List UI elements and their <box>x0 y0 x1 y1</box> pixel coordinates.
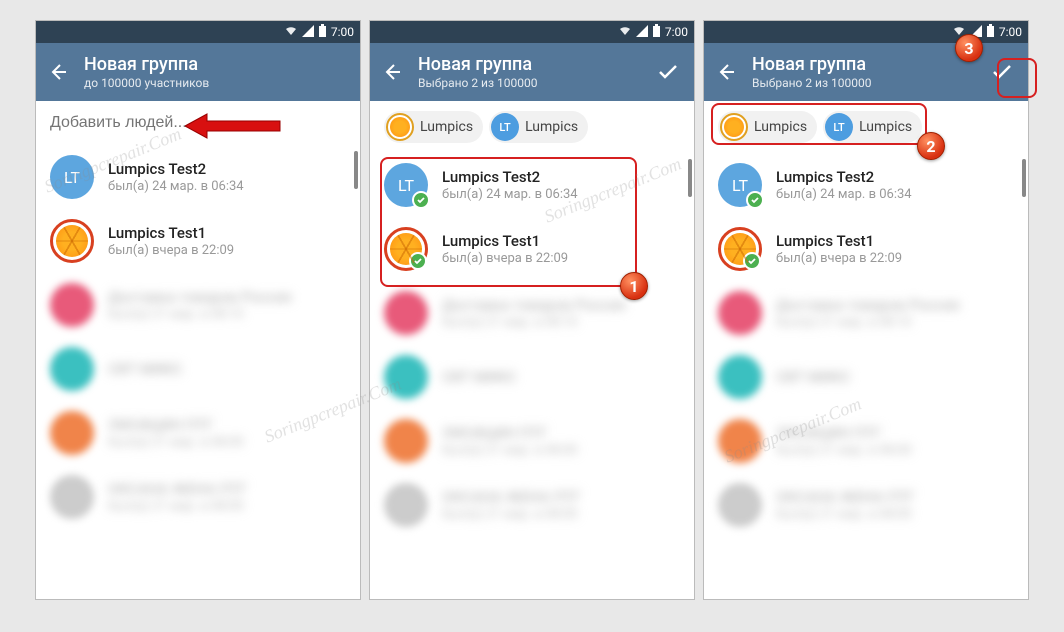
selected-contact-chip[interactable]: LT Lumpics <box>823 111 922 143</box>
chip-label: Lumpics <box>754 119 807 135</box>
chip-label: Lumpics <box>420 119 473 135</box>
signal-icon <box>302 25 314 40</box>
header-subtitle: Выбрано 2 из 100000 <box>752 76 972 90</box>
selected-chips-area: Lumpics LT Lumpics <box>370 101 694 153</box>
wifi-icon <box>618 25 632 40</box>
avatar <box>50 475 94 519</box>
wifi-icon <box>284 25 298 40</box>
app-header: Новая группа до 100000 участников <box>36 43 360 101</box>
contact-row-blurred[interactable]: ЛИСИЦИН ПТГбыл(а) 21 мар. в 08:00 <box>704 409 1028 473</box>
contact-list[interactable]: LT Lumpics Test2 был(а) 24 мар. в 06:34 … <box>36 145 360 599</box>
chip-avatar <box>386 113 414 141</box>
scroll-indicator[interactable] <box>354 151 358 189</box>
search-area <box>36 101 360 145</box>
contact-name: Lumpics Test2 <box>108 160 346 178</box>
status-bar: 7:00 <box>370 21 694 43</box>
battery-icon <box>318 24 327 41</box>
contact-row-blurred[interactable]: СВТ МИКС <box>36 337 360 401</box>
chip-avatar: LT <box>491 113 519 141</box>
confirm-check-icon[interactable] <box>654 58 682 86</box>
header-subtitle: до 100000 участников <box>84 76 352 90</box>
avatar <box>50 219 94 263</box>
page-title: Новая группа <box>418 54 638 75</box>
contact-status: был(а) вчера в 22:09 <box>108 243 346 258</box>
chip-avatar: LT <box>825 113 853 141</box>
selected-contact-chip[interactable]: Lumpics <box>384 111 483 143</box>
add-people-input[interactable] <box>50 114 346 132</box>
contact-status: был(а) 24 мар. в 06:34 <box>776 187 1014 202</box>
contact-row-blurred[interactable]: ЛИСИЦИН ПТГбыл(а) 21 мар. в 08:00 <box>370 409 694 473</box>
avatar <box>50 411 94 455</box>
avatar <box>50 347 94 391</box>
contact-row[interactable]: Lumpics Test1 был(а) вчера в 22:09 <box>36 209 360 273</box>
contact-row[interactable]: LT Lumpics Test2 был(а) 24 мар. в 06:34 <box>36 145 360 209</box>
back-arrow-icon[interactable] <box>48 62 68 82</box>
back-arrow-icon[interactable] <box>716 62 736 82</box>
contact-name: Lumpics Test1 <box>776 232 1014 250</box>
wifi-icon <box>952 25 966 40</box>
page-title: Новая группа <box>752 54 972 75</box>
avatar: LT <box>384 163 428 207</box>
contact-list[interactable]: LT Lumpics Test2 был(а) 24 мар. в 06:34 … <box>370 153 694 599</box>
contact-status: был(а) вчера в 22:09 <box>776 251 1014 266</box>
contact-name: Lumpics Test1 <box>108 224 346 242</box>
avatar: LT <box>50 155 94 199</box>
page-title: Новая группа <box>84 54 352 75</box>
contact-list[interactable]: LT Lumpics Test2 был(а) 24 мар. в 06:34 … <box>704 153 1028 599</box>
selected-check-icon <box>746 191 764 209</box>
phone-screen-3: 7:00 Новая группа Выбрано 2 из 100000 Lu… <box>703 20 1029 600</box>
app-header: Новая группа Выбрано 2 из 100000 <box>370 43 694 101</box>
header-subtitle: Выбрано 2 из 100000 <box>418 76 638 90</box>
contact-name: Lumpics Test2 <box>442 168 680 186</box>
selected-contact-chip[interactable]: LT Lumpics <box>489 111 588 143</box>
battery-icon <box>986 24 995 41</box>
contact-row-blurred[interactable]: ОКСАНА ЖЕНА ПТГбыл(а) 21 мар. в 08:00 <box>704 473 1028 537</box>
contact-row-blurred[interactable]: ЛИСИЦИН ПТГбыл(а) 21 мар. в 08:00 <box>36 401 360 465</box>
chip-label: Lumpics <box>525 119 578 135</box>
contact-row-blurred[interactable]: Доставка товаров Россиябыл(а) 21 мар. в … <box>704 281 1028 345</box>
contact-row-blurred[interactable]: Доставка товаров Россиябыл(а) 21 мар. в … <box>36 273 360 337</box>
selected-chips-area: Lumpics LT Lumpics <box>704 101 1028 153</box>
contact-row-selected[interactable]: LT Lumpics Test2 был(а) 24 мар. в 06:34 <box>370 153 694 217</box>
contact-status: был(а) вчера в 22:09 <box>442 251 680 266</box>
selected-check-icon <box>743 252 761 270</box>
selected-check-icon <box>412 191 430 209</box>
app-header: Новая группа Выбрано 2 из 100000 <box>704 43 1028 101</box>
selected-check-icon <box>409 252 427 270</box>
battery-icon <box>652 24 661 41</box>
avatar <box>718 227 762 271</box>
signal-icon <box>636 25 648 40</box>
selected-contact-chip[interactable]: Lumpics <box>718 111 817 143</box>
contact-row-blurred[interactable]: СВТ МИКС <box>370 345 694 409</box>
scroll-indicator[interactable] <box>1022 159 1026 197</box>
contact-row-blurred[interactable]: Доставка товаров Россиябыл(а) 21 мар. в … <box>370 281 694 345</box>
contact-row-selected[interactable]: LT Lumpics Test2 был(а) 24 мар. в 06:34 <box>704 153 1028 217</box>
avatar <box>384 227 428 271</box>
contact-row-blurred[interactable]: ОКСАНА ЖЕНА ПТГбыл(а) 21 мар. в 08:00 <box>36 465 360 529</box>
chip-avatar <box>720 113 748 141</box>
phone-screen-1: 7:00 Новая группа до 100000 участников L… <box>35 20 361 600</box>
contact-name: Lumpics Test2 <box>776 168 1014 186</box>
avatar <box>50 283 94 327</box>
phone-screen-2: 7:00 Новая группа Выбрано 2 из 100000 Lu… <box>369 20 695 600</box>
status-time: 7:00 <box>999 25 1022 39</box>
confirm-check-icon[interactable] <box>988 58 1016 86</box>
contact-row-blurred[interactable]: ОКСАНА ЖЕНА ПТГбыл(а) 21 мар. в 08:00 <box>370 473 694 537</box>
scroll-indicator[interactable] <box>688 159 692 197</box>
contact-row-selected[interactable]: Lumpics Test1 был(а) вчера в 22:09 <box>704 217 1028 281</box>
back-arrow-icon[interactable] <box>382 62 402 82</box>
status-time: 7:00 <box>665 25 688 39</box>
status-bar: 7:00 <box>36 21 360 43</box>
signal-icon <box>970 25 982 40</box>
avatar: LT <box>718 163 762 207</box>
contact-status: был(а) 24 мар. в 06:34 <box>108 179 346 194</box>
contact-row-blurred[interactable]: СВТ МИКС <box>704 345 1028 409</box>
chip-label: Lumpics <box>859 119 912 135</box>
status-bar: 7:00 <box>704 21 1028 43</box>
status-time: 7:00 <box>331 25 354 39</box>
contact-name: Lumpics Test1 <box>442 232 680 250</box>
contact-status: был(а) 24 мар. в 06:34 <box>442 187 680 202</box>
contact-row-selected[interactable]: Lumpics Test1 был(а) вчера в 22:09 <box>370 217 694 281</box>
